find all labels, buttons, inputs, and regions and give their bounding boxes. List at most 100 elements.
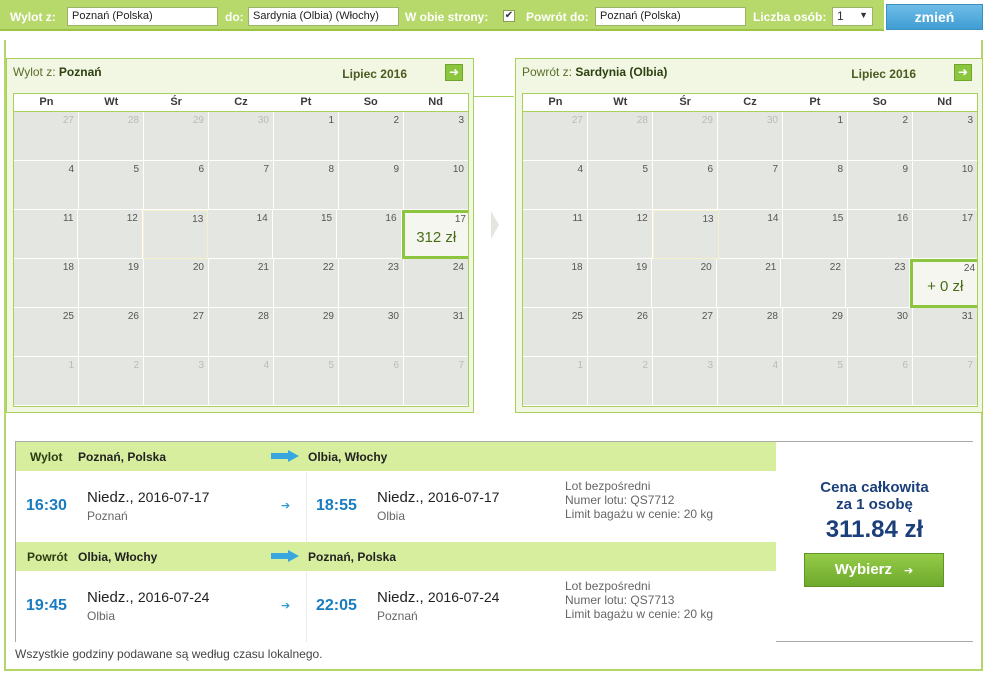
calendar-day[interactable]: 19: [79, 259, 144, 308]
calendar-day[interactable]: 19: [587, 259, 653, 308]
calendar-day[interactable]: 6: [653, 161, 718, 210]
calendar-week-row: 4 5 6 7 8 9 10: [523, 161, 977, 210]
calendar-day[interactable]: 1: [274, 112, 339, 161]
calendar-day[interactable]: 31: [913, 308, 977, 357]
calendar-day[interactable]: 15: [272, 210, 338, 259]
day-number: 8: [328, 164, 334, 175]
calendar-day[interactable]: 20: [652, 259, 717, 308]
calendar-day[interactable]: 29: [783, 308, 848, 357]
arrow-right-icon: ➔: [904, 565, 914, 577]
calendar-day[interactable]: 2: [339, 112, 404, 161]
flight-info: Lot bezpośredni Numer lotu: QS7712 Limit…: [565, 479, 713, 521]
calendar-day[interactable]: 13: [652, 210, 719, 259]
calendar-day[interactable]: 26: [588, 308, 653, 357]
calendar-day[interactable]: 11: [523, 210, 588, 259]
flight-search-page: Wylot z: Poznań (Polska) do: Sardynia (O…: [0, 0, 994, 679]
calendar-day[interactable]: 10: [913, 161, 977, 210]
select-button[interactable]: Wybierz ➔: [804, 553, 944, 587]
return-input[interactable]: Poznań (Polska): [595, 7, 746, 26]
calendar-day[interactable]: 10: [404, 161, 468, 210]
calendar-day[interactable]: 8: [274, 161, 339, 210]
day-number: 1: [577, 360, 583, 371]
calendar-day[interactable]: 27: [144, 308, 209, 357]
calendar-day[interactable]: 7: [718, 161, 783, 210]
calendar-day[interactable]: 17: [913, 210, 978, 259]
calendar-day[interactable]: 28: [718, 308, 783, 357]
calendar-day[interactable]: 30: [339, 308, 404, 357]
calendar-day[interactable]: 7: [209, 161, 274, 210]
day-number: 27: [701, 311, 713, 322]
calendar-day[interactable]: 23: [845, 259, 911, 308]
calendar-week-row: 27 28 29 30 1 2 3: [523, 112, 977, 161]
from-input[interactable]: Poznań (Polska): [67, 7, 218, 26]
calendar-day[interactable]: 5: [588, 161, 653, 210]
calendar-day[interactable]: 25: [14, 308, 79, 357]
day-number: 6: [707, 164, 713, 175]
departure-time: 19:45: [26, 597, 67, 614]
calendar-month: Lipiec 2016: [851, 67, 916, 81]
calendar-day[interactable]: 12: [78, 210, 143, 259]
calendar-day[interactable]: 9: [848, 161, 913, 210]
day-number: 17: [454, 214, 466, 225]
calendar-grid: Pn Wt Śr Cz Pt So Nd 27 28 29 30 1 2 3 4 5 6 7 8 9 10 11 12 13…: [13, 93, 469, 407]
next-month-button[interactable]: ➜: [954, 64, 972, 81]
outbound-leg-header: Wylot Poznań, Polska Olbia, Włochy: [16, 442, 776, 471]
calendar-day[interactable]: 26: [79, 308, 144, 357]
day-number: 9: [902, 164, 908, 175]
calendar-day[interactable]: 1: [783, 112, 848, 161]
day-number: 31: [961, 311, 973, 322]
to-input[interactable]: Sardynia (Olbia) (Włochy): [248, 7, 399, 26]
calendar-day[interactable]: 22: [274, 259, 339, 308]
calendar-day[interactable]: 3: [913, 112, 977, 161]
calendar-day: 30: [718, 112, 783, 161]
calendar-day[interactable]: 27: [653, 308, 718, 357]
calendar-day[interactable]: 16: [848, 210, 914, 259]
calendar-day: 7: [913, 357, 977, 406]
day-number: 14: [256, 213, 268, 224]
calendar-day[interactable]: 24: [404, 259, 468, 308]
change-button[interactable]: zmień: [886, 4, 983, 30]
calendar-day[interactable]: 6: [144, 161, 209, 210]
calendar-day[interactable]: 29: [274, 308, 339, 357]
arrival-day: Niedz.,: [377, 489, 424, 506]
calendar-day[interactable]: 15: [783, 210, 849, 259]
arrival-date: Niedz., 2016-07-17: [377, 489, 499, 506]
calendar-day[interactable]: 14: [208, 210, 273, 259]
calendar-day[interactable]: 8: [783, 161, 848, 210]
calendar-day[interactable]: 13: [142, 210, 209, 259]
departure-date: Niedz., 2016-07-24: [87, 589, 209, 606]
next-month-button[interactable]: ➜: [445, 64, 463, 81]
calendar-day[interactable]: 3: [404, 112, 468, 161]
calendar-day[interactable]: 25: [523, 308, 588, 357]
calendar-day[interactable]: 28: [209, 308, 274, 357]
calendar-day[interactable]: 21: [716, 259, 782, 308]
roundtrip-checkbox[interactable]: ✔: [503, 10, 515, 22]
calendar-day-selected[interactable]: 24 + 0 zł: [910, 259, 978, 308]
weekday-label: Wt: [104, 96, 119, 108]
day-number: 25: [62, 311, 74, 322]
calendar-day[interactable]: 22: [781, 259, 846, 308]
calendar-day[interactable]: 31: [404, 308, 468, 357]
calendar-day[interactable]: 18: [523, 259, 588, 308]
calendar-day[interactable]: 11: [14, 210, 79, 259]
calendar-day[interactable]: 16: [337, 210, 402, 259]
calendar-day[interactable]: 5: [79, 161, 144, 210]
calendar-day: 27: [523, 112, 588, 161]
calendar-day[interactable]: 21: [209, 259, 274, 308]
weekday-label: Śr: [170, 96, 182, 108]
departure-date-value: 2016-07-17: [137, 489, 210, 505]
calendar-week-row: 11 12 13 14 15 16 17: [523, 210, 978, 259]
calendar-day[interactable]: 4: [14, 161, 79, 210]
calendar-day[interactable]: 30: [848, 308, 913, 357]
calendar-day[interactable]: 9: [339, 161, 404, 210]
day-number: 24: [963, 263, 976, 274]
calendar-day[interactable]: 4: [523, 161, 588, 210]
calendar-day[interactable]: 18: [14, 259, 79, 308]
calendar-day[interactable]: 14: [718, 210, 784, 259]
calendar-day[interactable]: 12: [587, 210, 653, 259]
persons-select[interactable]: 1 ▼: [832, 7, 873, 26]
calendar-day[interactable]: 2: [848, 112, 913, 161]
calendar-day[interactable]: 20: [144, 259, 209, 308]
calendar-day[interactable]: 23: [339, 259, 404, 308]
calendar-day-selected[interactable]: 17 312 zł: [401, 210, 468, 259]
